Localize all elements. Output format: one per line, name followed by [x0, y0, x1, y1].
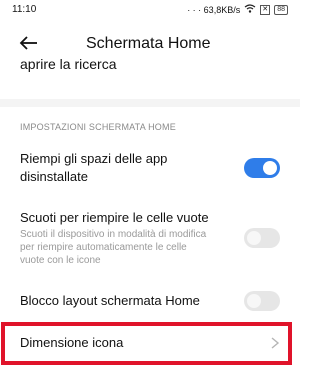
- network-speed: · · · 63,8KB/s: [187, 4, 241, 15]
- section-header: IMPOSTAZIONI SCHERMATA HOME: [20, 122, 176, 132]
- page-title: Schermata Home: [86, 35, 211, 52]
- setting-title: Scuoti per riempire le celle vuote: [20, 210, 209, 225]
- wifi-icon: [244, 4, 256, 15]
- previous-item-text: aprire la ricerca: [20, 57, 117, 72]
- section-divider: [0, 99, 300, 107]
- shake-to-fill-toggle[interactable]: [244, 228, 280, 248]
- setting-fill-uninstalled[interactable]: Riempi gli spazi delle app disinstallate: [0, 150, 300, 192]
- previous-item-partial: aprire la ricerca: [20, 57, 290, 75]
- toggle-knob: [263, 161, 277, 175]
- setting-lock-layout[interactable]: Blocco layout schermata Home: [0, 290, 300, 312]
- status-time: 11:10: [12, 4, 37, 15]
- status-icons: · · · 63,8KB/s ✕ 88: [187, 4, 288, 15]
- back-arrow-icon: [19, 36, 37, 50]
- setting-description-line3: vuote con le icone: [20, 255, 101, 266]
- setting-description: Scuoti il dispositivo in modalità di mod…: [20, 229, 207, 240]
- setting-title: Blocco layout schermata Home: [20, 293, 200, 308]
- battery-icon: 88: [274, 4, 288, 15]
- setting-shake-to-fill[interactable]: Scuoti per riempire le celle vuote Scuot…: [0, 209, 300, 271]
- setting-title: Riempi gli spazi delle app: [20, 151, 168, 166]
- toggle-knob: [247, 231, 261, 245]
- toggle-knob: [247, 294, 261, 308]
- sim-off-icon: ✕: [260, 4, 271, 15]
- setting-description-line2: per riempire automaticamente le celle: [20, 242, 187, 253]
- lock-layout-toggle[interactable]: [244, 291, 280, 311]
- highlight-box: [1, 322, 292, 365]
- status-bar: 11:10 · · · 63,8KB/s ✕ 88: [0, 0, 300, 22]
- back-button[interactable]: [18, 32, 40, 54]
- setting-title-line2: disinstallate: [20, 169, 88, 184]
- fill-uninstalled-toggle[interactable]: [244, 158, 280, 178]
